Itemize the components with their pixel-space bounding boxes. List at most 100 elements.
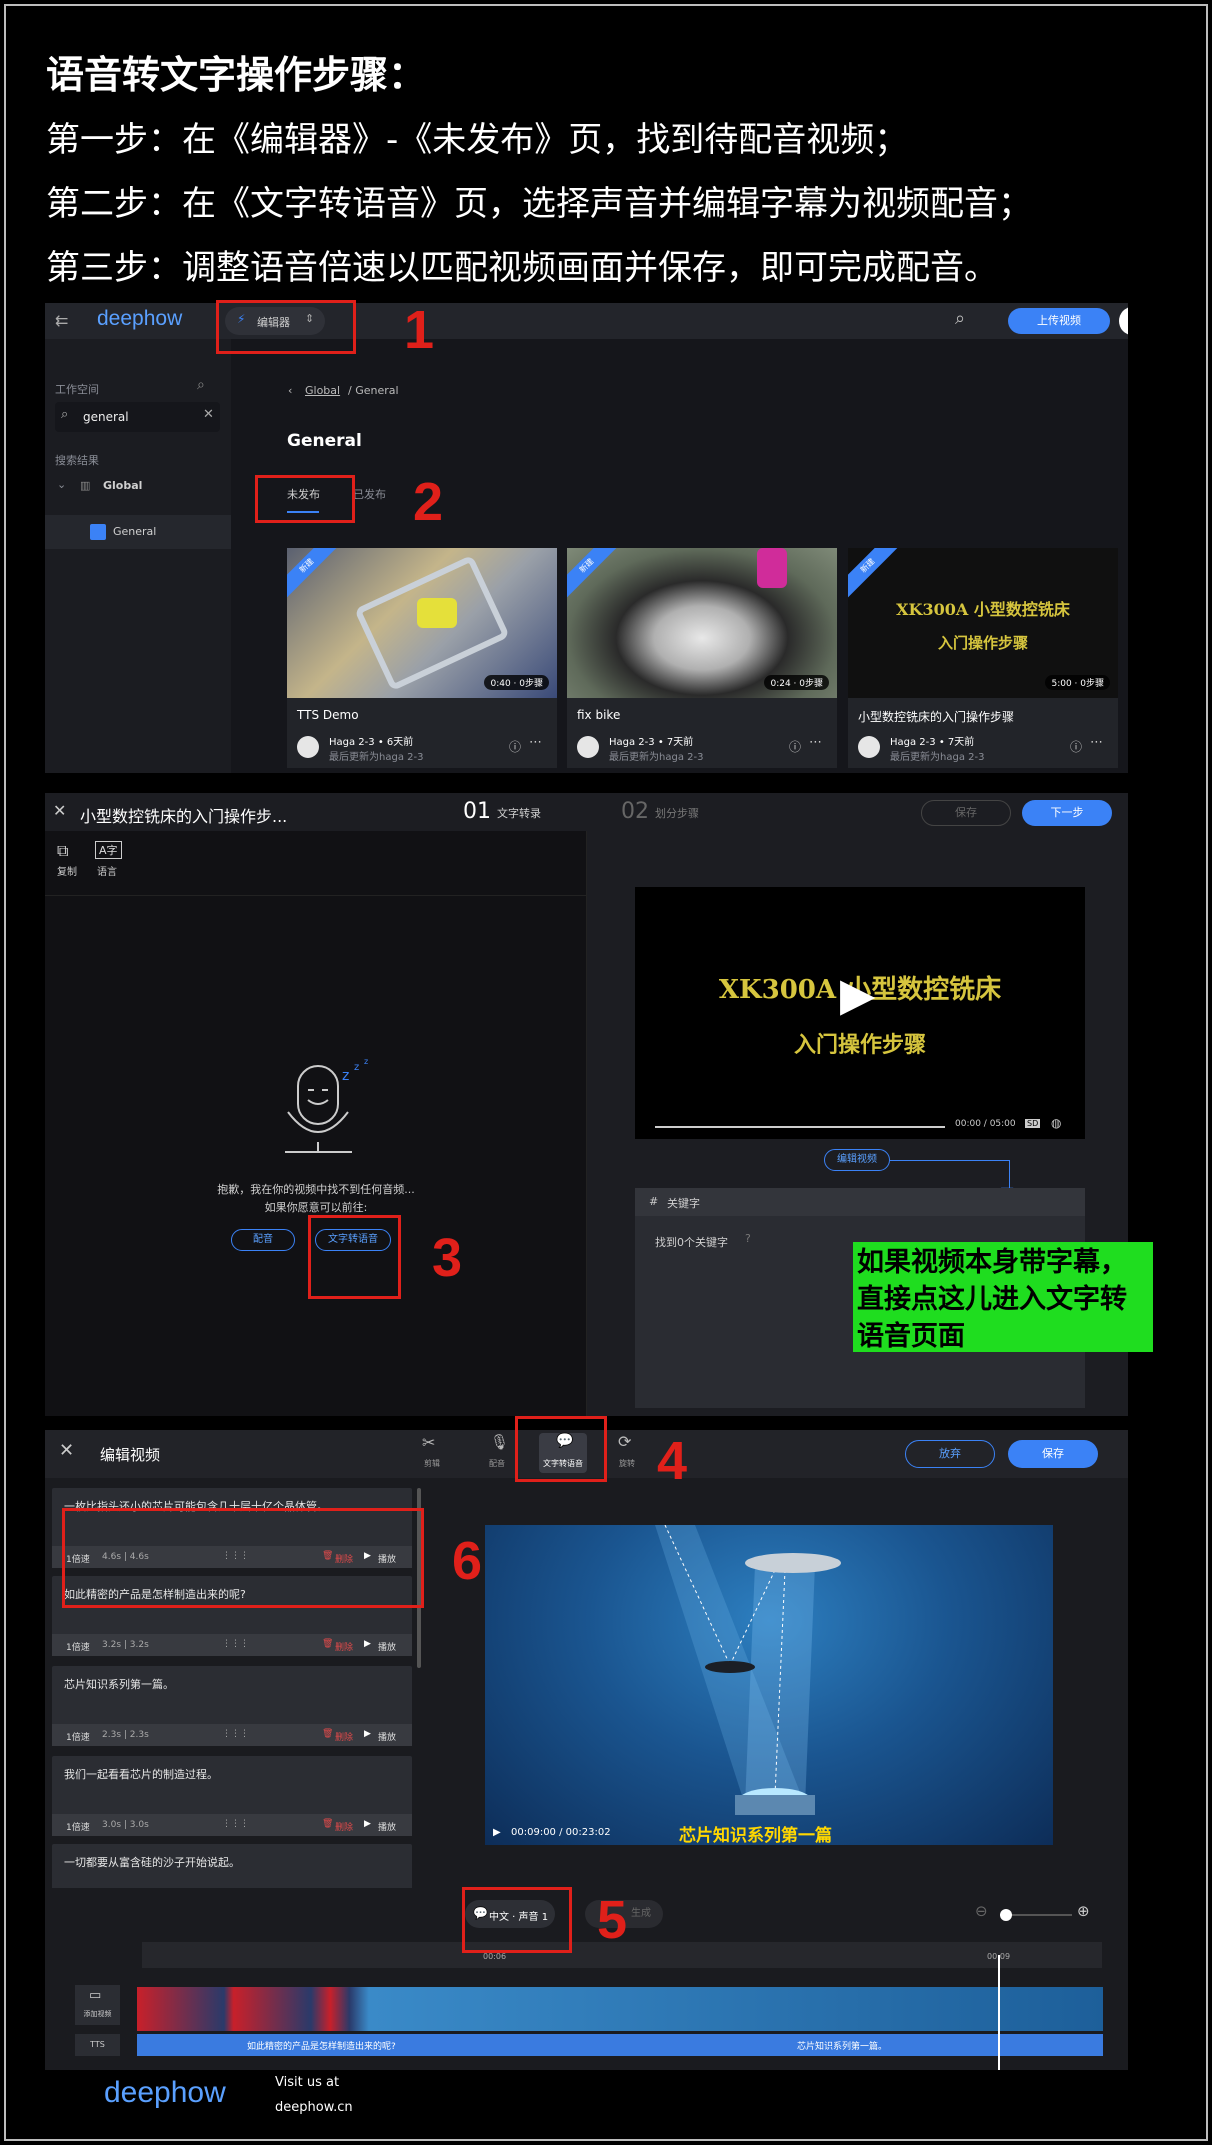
video-time: 00:09:00 / 00:23:02: [511, 1827, 611, 1838]
playhead[interactable]: [998, 1955, 1000, 2070]
results-label: 搜索结果: [55, 454, 99, 467]
arrow-line: [890, 1160, 1010, 1161]
step-2-label[interactable]: 划分步骤: [655, 805, 699, 821]
tts-clip-text[interactable]: 芯片知识系列第一篇。: [797, 2039, 887, 2052]
segment-text[interactable]: 我们一起看看芯片的制造过程。: [64, 1766, 218, 1782]
footer-url[interactable]: deephow.cn: [275, 2100, 353, 2115]
callout-number-4: 4: [657, 1431, 688, 1491]
speed-label[interactable]: 1倍速: [66, 1730, 90, 1743]
close-icon[interactable]: ✕: [59, 1440, 74, 1461]
drag-handle-icon[interactable]: ⋮⋮⋮: [222, 1819, 249, 1829]
copy-icon[interactable]: ⧉: [57, 841, 68, 861]
segment-text[interactable]: 一切都要从富含硅的沙子开始说起。: [64, 1854, 240, 1870]
trash-icon[interactable]: 🗑: [322, 1729, 333, 1739]
zoom-slider-handle[interactable]: [1000, 1909, 1012, 1921]
info-icon[interactable]: ⓘ: [509, 738, 521, 755]
delete-label[interactable]: 删除: [335, 1820, 353, 1833]
search-icon[interactable]: ⌕: [955, 308, 965, 329]
add-video-button[interactable]: ▭ 添加视频: [75, 1985, 120, 2025]
tab-published[interactable]: 已发布: [353, 486, 386, 502]
subtitle-tip-note: 如果视频本身带字幕，直接点这儿进入文字转语音页面: [853, 1242, 1153, 1352]
help-icon[interactable]: ?: [745, 1232, 751, 1245]
list-item[interactable]: 我们一起看看芯片的制造过程。 1倍速 3.0s | 3.0s ⋮⋮⋮ 🗑 删除 …: [52, 1756, 412, 1836]
globe-icon[interactable]: ◍: [1051, 1116, 1061, 1130]
play-icon[interactable]: ▶: [364, 1729, 371, 1739]
microphone-icon[interactable]: 🎙: [490, 1433, 509, 1451]
video-card[interactable]: 新建 0:40 · 0步骤 TTS Demo Haga 2-3 • 6天前 最后…: [287, 548, 557, 768]
search-icon[interactable]: ⌕: [197, 377, 205, 393]
play-icon[interactable]: ▶: [840, 967, 875, 1021]
sidebar: 工作空间 ⌕ ⌕ general ✕ 搜索结果 ⌄ ▥ Global Gener…: [45, 339, 231, 773]
video-thumbnail: 新建 0:40 · 0步骤: [287, 548, 557, 698]
video-camera-icon: ▭: [89, 1988, 102, 2003]
video-title: fix bike: [577, 708, 621, 722]
step-1-label[interactable]: 文字转录: [497, 805, 541, 821]
sd-quality-icon[interactable]: SD: [1025, 1119, 1041, 1128]
video-card[interactable]: 新建 0:24 · 0步骤 fix bike Haga 2-3 • 7天前 最后…: [567, 548, 837, 768]
save-button[interactable]: 保存: [1008, 1440, 1098, 1468]
progress-bar[interactable]: [655, 1126, 945, 1128]
video-meta-updated: 最后更新为haga 2-3: [329, 752, 424, 763]
divider: [45, 895, 587, 896]
tree-item-label: General: [113, 525, 157, 538]
hash-icon: #: [649, 1195, 659, 1208]
play-icon[interactable]: ▶: [493, 1827, 501, 1838]
play-label[interactable]: 播放: [378, 1820, 396, 1833]
play-icon[interactable]: ▶: [364, 1639, 371, 1649]
zoom-out-icon[interactable]: ⊖: [975, 1902, 988, 1920]
info-icon[interactable]: ⓘ: [1070, 738, 1082, 755]
tree-item-global[interactable]: Global: [103, 479, 142, 492]
save-button[interactable]: 保存: [921, 800, 1011, 826]
scissors-icon[interactable]: ✂: [422, 1433, 435, 1452]
trash-icon[interactable]: 🗑: [322, 1639, 333, 1649]
video-title: 小型数控铣床的入门操作步骤: [858, 710, 1015, 724]
clear-icon[interactable]: ✕: [203, 407, 214, 422]
zoom-in-icon[interactable]: ⊕: [1077, 1902, 1090, 1920]
discard-button[interactable]: 放弃: [905, 1440, 995, 1468]
trash-icon[interactable]: 🗑: [322, 1819, 333, 1829]
tree-item-general[interactable]: General: [45, 515, 231, 549]
tts-track[interactable]: 如此精密的产品是怎样制造出来的呢? 芯片知识系列第一篇。: [137, 2034, 1103, 2056]
list-item[interactable]: 一切都要从富含硅的沙子开始说起。: [52, 1844, 412, 1888]
drag-handle-icon[interactable]: ⋮⋮⋮: [222, 1729, 249, 1739]
video-player[interactable]: XK300A 小型数控铣床 入门操作步骤 ▶ 00:00 / 05:00 SD …: [635, 887, 1085, 1139]
list-item[interactable]: 芯片知识系列第一篇。 1倍速 2.3s | 2.3s ⋮⋮⋮ 🗑 删除 ▶ 播放: [52, 1666, 412, 1746]
video-preview[interactable]: ▶ 00:09:00 / 00:23:02 芯片知识系列第一篇: [485, 1525, 1053, 1845]
chevron-left-icon[interactable]: ‹: [288, 384, 292, 397]
drag-handle-icon[interactable]: ⋮⋮⋮: [222, 1639, 249, 1649]
language-icon[interactable]: A字: [95, 841, 122, 859]
segment-text[interactable]: 芯片知识系列第一篇。: [64, 1676, 174, 1692]
rotate-icon[interactable]: ⟳: [618, 1432, 631, 1451]
info-icon[interactable]: ⓘ: [789, 738, 801, 755]
video-card[interactable]: XK300A 小型数控铣床 入门操作步骤 新建 5:00 · 0步骤 小型数控铣…: [848, 548, 1118, 768]
next-button[interactable]: 下一步: [1022, 800, 1112, 826]
new-ribbon: 新建: [848, 548, 902, 600]
edit-video-button[interactable]: 编辑视频: [824, 1149, 890, 1171]
play-label[interactable]: 播放: [378, 1730, 396, 1743]
delete-label[interactable]: 删除: [335, 1730, 353, 1743]
upload-video-button[interactable]: 上传视频: [1008, 308, 1110, 334]
more-icon[interactable]: ⋯: [809, 735, 822, 750]
speed-label[interactable]: 1倍速: [66, 1640, 90, 1653]
thumbnail-title-line1: XK300A 小型数控铣床: [896, 600, 1070, 619]
duration-label: 3.2s | 3.2s: [102, 1640, 149, 1650]
breadcrumb-root[interactable]: Global: [305, 384, 340, 397]
highlight-box-5: [462, 1887, 572, 1953]
step-3-text: 第三步：调整语音倍速以匹配视频画面并保存，即可完成配音。: [46, 248, 998, 288]
close-icon[interactable]: ✕: [53, 801, 66, 820]
duration-label: 3.0s | 3.0s: [102, 1820, 149, 1830]
chevron-down-icon[interactable]: ⌄: [57, 478, 66, 491]
delete-label[interactable]: 删除: [335, 1640, 353, 1653]
speed-label[interactable]: 1倍速: [66, 1820, 90, 1833]
play-icon[interactable]: ▶: [364, 1819, 371, 1829]
workspace-search-input[interactable]: ⌕ general ✕: [55, 402, 220, 432]
tts-clip-text[interactable]: 如此精密的产品是怎样制造出来的呢?: [247, 2039, 396, 2052]
callout-number-3: 3: [432, 1228, 463, 1288]
menu-collapse-icon[interactable]: ⇇: [55, 311, 68, 330]
video-track[interactable]: [137, 1987, 1103, 2031]
play-label[interactable]: 播放: [378, 1640, 396, 1653]
more-icon[interactable]: ⋯: [1090, 735, 1103, 750]
avatar[interactable]: [1119, 307, 1128, 335]
more-icon[interactable]: ⋯: [529, 735, 542, 750]
dubbing-button[interactable]: 配音: [231, 1229, 295, 1251]
